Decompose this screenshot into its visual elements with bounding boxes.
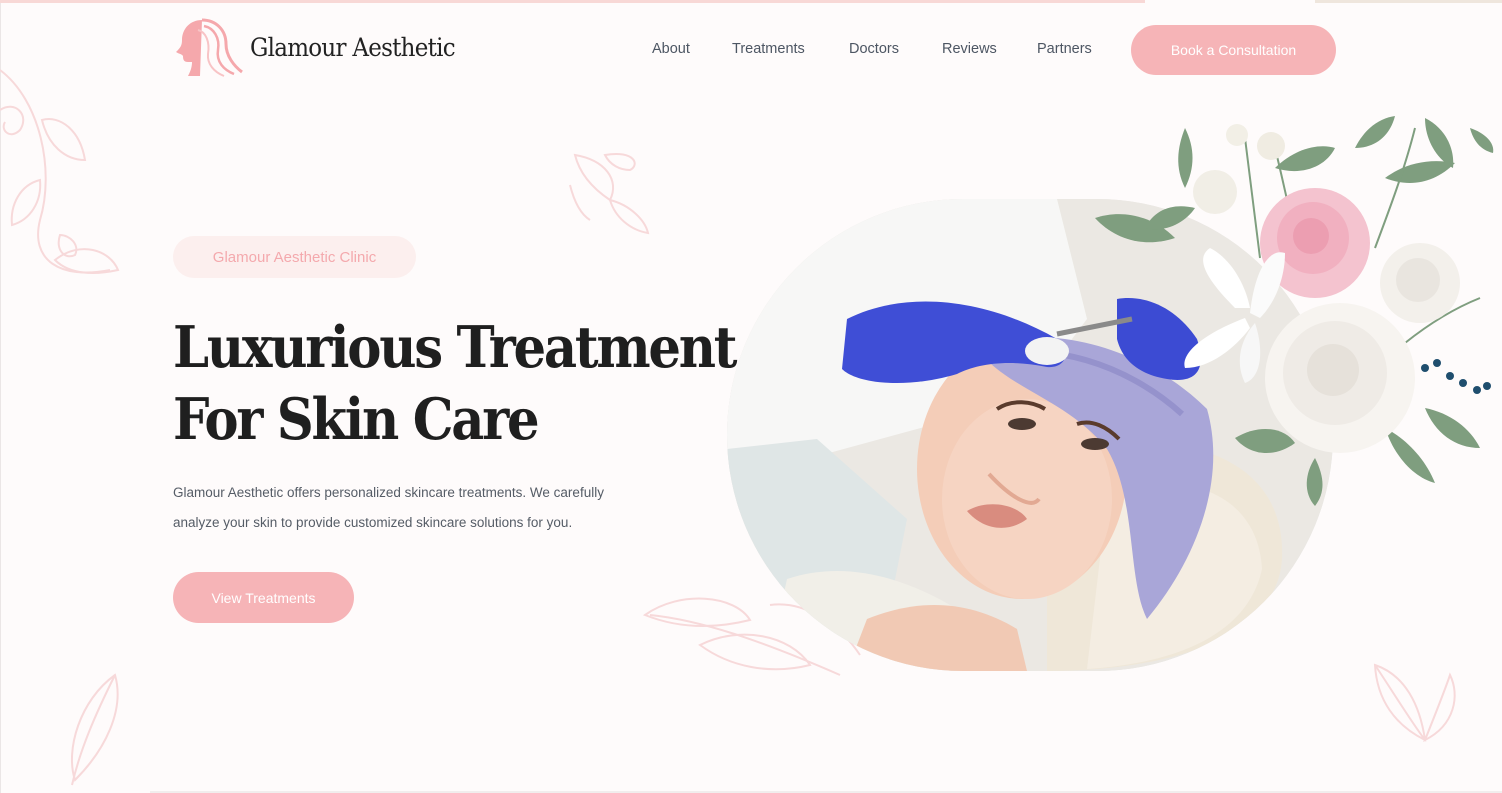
book-consultation-button[interactable]: Book a Consultation [1131,25,1336,75]
clinic-badge: Glamour Aesthetic Clinic [173,236,416,278]
top-accent-strip-right [1315,0,1502,3]
hero-description-line-1: Glamour Aesthetic offers personalized sk… [173,485,604,500]
woman-profile-icon [176,18,243,77]
nav-item-partners[interactable]: Partners [1037,41,1092,57]
nav-item-reviews[interactable]: Reviews [942,41,997,57]
top-accent-strip [0,0,1145,3]
hero-title-line-2: For Skin Care [173,386,540,453]
leaf-decoration-top [569,153,650,235]
leaf-decoration-bottom-right [1373,663,1456,743]
floral-bouquet-decoration [1095,116,1494,506]
hero-description: Glamour Aesthetic offers personalized sk… [173,478,693,538]
brand-name: Glamour Aesthetic [250,32,456,62]
hero-description-line-2: analyze your skin to provide customized … [173,515,573,530]
nav-item-treatments[interactable]: Treatments [732,41,805,57]
nav-item-about[interactable]: About [652,41,690,57]
hero-title-line-1: Luxurious Treatment [173,314,737,381]
view-treatments-button[interactable]: View Treatments [173,572,354,623]
brand-logo[interactable]: Glamour Aesthetic [172,16,473,78]
leaf-decoration-bottom-left [71,673,119,786]
nav-item-doctors[interactable]: Doctors [849,41,899,57]
leaf-decoration-left [0,69,120,274]
hero-title: Luxurious Treatment For Skin Care [173,312,737,456]
